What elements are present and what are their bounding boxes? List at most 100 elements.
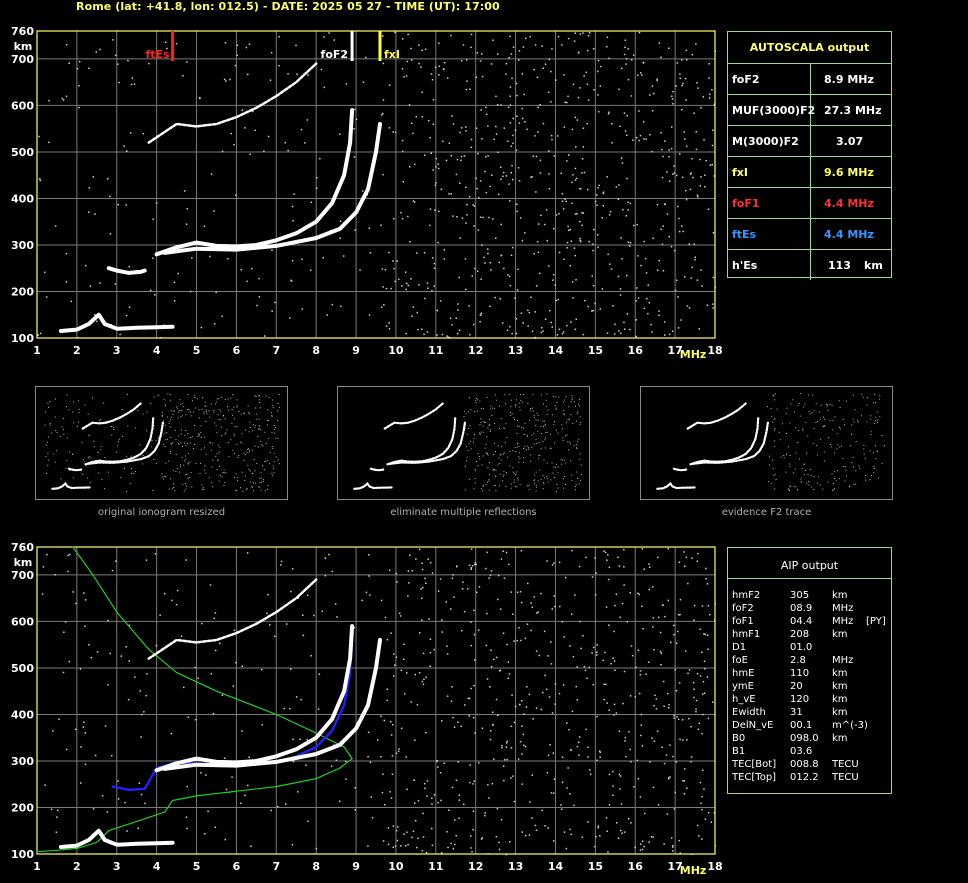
- thumb-noise: [65, 467, 67, 469]
- thumb-noise: [501, 446, 503, 448]
- noise-dot: [359, 269, 361, 271]
- noise-dot: [699, 781, 702, 784]
- thumb-noise: [88, 456, 90, 458]
- data-point: [164, 811, 166, 813]
- noise-dot: [533, 596, 535, 598]
- thumb-noise: [206, 413, 208, 415]
- noise-dot: [465, 126, 467, 128]
- thumb-noise: [499, 405, 500, 407]
- thumb-noise: [851, 462, 853, 464]
- thumb-noise: [493, 468, 495, 470]
- noise-dot: [490, 649, 492, 651]
- noise-dot: [125, 646, 127, 648]
- thumb-noise: [470, 448, 472, 450]
- thumb-noise: [185, 414, 187, 416]
- noise-dot: [551, 564, 554, 566]
- thumb-noise: [464, 410, 466, 412]
- thumb-noise: [265, 443, 267, 445]
- noise-dot: [656, 78, 658, 80]
- thumb-noise: [562, 437, 564, 439]
- aip-param-name: foF2: [732, 603, 754, 614]
- noise-dot: [455, 779, 458, 782]
- thumb-noise: [168, 488, 170, 490]
- thumb-noise: [121, 409, 123, 410]
- noise-dot: [690, 277, 692, 279]
- thumb-noise: [544, 439, 546, 441]
- noise-dot: [480, 838, 483, 840]
- noise-dot: [709, 164, 712, 166]
- thumb-noise: [142, 455, 144, 456]
- noise-dot: [550, 134, 553, 137]
- noise-dot: [615, 593, 618, 595]
- thumb-noise: [184, 434, 186, 436]
- thumb-noise: [783, 457, 785, 459]
- thumb-noise: [126, 455, 128, 457]
- data-point: [315, 732, 317, 734]
- noise-dot: [592, 243, 594, 245]
- thumb-noise: [470, 441, 471, 443]
- noise-dot: [706, 676, 709, 678]
- noise-dot: [382, 35, 384, 37]
- noise-dot: [701, 605, 704, 607]
- noise-dot: [489, 738, 492, 741]
- data-point: [112, 786, 114, 788]
- noise-dot: [503, 779, 505, 782]
- noise-dot: [523, 713, 525, 715]
- noise-dot: [488, 216, 490, 219]
- noise-dot: [450, 154, 453, 157]
- noise-dot: [516, 289, 519, 291]
- noise-dot: [185, 816, 188, 818]
- noise-dot: [544, 63, 547, 65]
- noise-dot: [563, 258, 565, 261]
- noise-dot: [625, 58, 628, 60]
- noise-dot: [501, 747, 503, 749]
- thumb-noise: [513, 418, 515, 420]
- noise-dot: [402, 150, 404, 153]
- noise-dot: [697, 196, 699, 198]
- thumb-noise: [163, 398, 165, 400]
- noise-dot: [403, 658, 405, 660]
- thumb-noise: [819, 484, 821, 486]
- thumb-noise: [509, 465, 511, 467]
- noise-dot: [632, 139, 634, 141]
- noise-dot: [315, 847, 318, 850]
- thumb-noise: [258, 418, 260, 420]
- thumb-noise: [516, 471, 518, 473]
- data-point: [351, 625, 353, 627]
- noise-dot: [639, 674, 642, 676]
- noise-dot: [412, 830, 415, 833]
- noise-dot: [575, 685, 577, 688]
- thumb-noise: [480, 418, 482, 420]
- noise-dot: [285, 803, 287, 805]
- noise-dot: [640, 713, 643, 716]
- noise-dot: [587, 756, 589, 758]
- thumb-noise: [542, 426, 544, 428]
- data-point: [176, 123, 178, 125]
- thumb-noise: [179, 471, 180, 473]
- noise-dot: [189, 290, 192, 293]
- thumb-noise: [570, 443, 571, 445]
- noise-dot: [197, 677, 199, 680]
- data-point: [275, 786, 277, 788]
- noise-dot: [693, 688, 695, 690]
- noise-dot: [170, 732, 173, 735]
- noise-dot: [507, 661, 510, 663]
- thumb-noise: [534, 474, 536, 476]
- noise-dot: [64, 621, 67, 623]
- thumb-noise: [577, 477, 578, 479]
- thumb-noise: [542, 475, 544, 477]
- thumb-noise: [260, 429, 262, 431]
- thumb-noise: [855, 441, 857, 443]
- noise-dot: [567, 95, 569, 98]
- noise-dot: [623, 566, 625, 568]
- thumb-noise: [857, 420, 859, 421]
- noise-dot: [579, 220, 581, 223]
- thumb-noise: [563, 414, 565, 416]
- noise-dot: [685, 145, 688, 148]
- noise-dot: [526, 686, 528, 688]
- noise-dot: [381, 268, 384, 270]
- noise-dot: [703, 692, 706, 694]
- noise-dot: [637, 255, 639, 257]
- thumb-noise: [549, 433, 551, 435]
- noise-dot: [524, 834, 527, 837]
